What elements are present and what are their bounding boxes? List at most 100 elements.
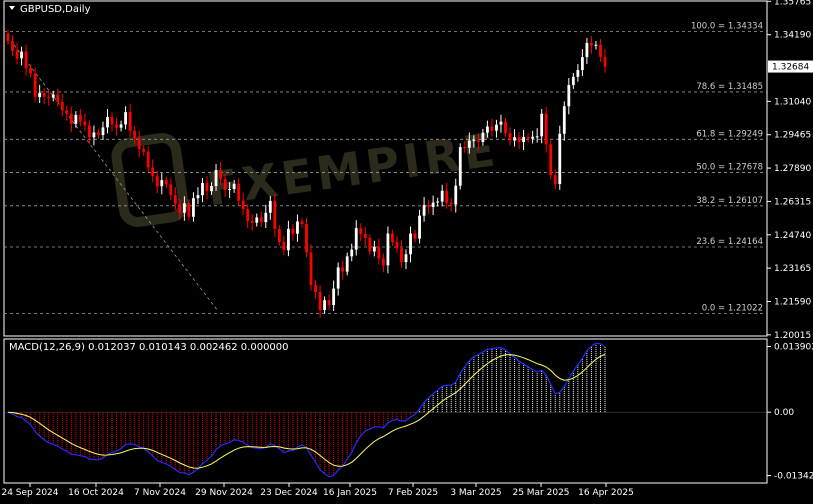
candle-body[interactable] xyxy=(146,151,150,168)
candle-body[interactable] xyxy=(205,182,209,192)
candle-body[interactable] xyxy=(481,132,485,143)
candle-body[interactable] xyxy=(88,125,91,138)
candle-body[interactable] xyxy=(78,114,82,122)
signal-line[interactable] xyxy=(7,353,606,469)
candle-body[interactable] xyxy=(508,133,512,141)
macd-line[interactable] xyxy=(7,342,606,478)
candle-body[interactable] xyxy=(454,185,458,205)
candle-body[interactable] xyxy=(549,144,553,176)
candle-body[interactable] xyxy=(250,221,254,223)
candle-body[interactable] xyxy=(377,246,381,259)
candle-body[interactable] xyxy=(354,228,358,250)
candle-body[interactable] xyxy=(160,180,164,187)
candle-body[interactable] xyxy=(427,205,431,208)
candle-body[interactable] xyxy=(228,189,232,191)
candle-body[interactable] xyxy=(38,92,42,98)
candle-body[interactable] xyxy=(594,44,598,46)
candle-body[interactable] xyxy=(558,133,562,184)
candle-body[interactable] xyxy=(232,183,236,190)
candle-body[interactable] xyxy=(237,183,241,201)
candle-body[interactable] xyxy=(151,167,155,176)
candle-body[interactable] xyxy=(223,178,227,190)
candle-body[interactable] xyxy=(590,42,593,46)
candle-body[interactable] xyxy=(33,73,37,98)
candle-body[interactable] xyxy=(395,241,399,249)
candle-body[interactable] xyxy=(287,228,290,251)
candle-body[interactable] xyxy=(309,252,313,285)
candle-body[interactable] xyxy=(29,68,33,74)
candle-body[interactable] xyxy=(192,198,195,217)
chart-window[interactable]: FXEMPIRE 1.35765 1.34190 1.31040 1.29465 1.27… xyxy=(0,0,813,500)
candle-body[interactable] xyxy=(273,200,277,230)
candle-body[interactable] xyxy=(300,221,304,224)
candle-body[interactable] xyxy=(567,85,571,107)
candle-body[interactable] xyxy=(599,44,602,57)
candle-body[interactable] xyxy=(436,201,440,203)
candle-body[interactable] xyxy=(522,136,525,143)
candle-body[interactable] xyxy=(400,248,403,263)
candle-body[interactable] xyxy=(24,51,28,69)
candle-body[interactable] xyxy=(540,113,544,137)
candle-body[interactable] xyxy=(341,267,345,272)
candle-body[interactable] xyxy=(476,140,480,143)
candle-body[interactable] xyxy=(517,137,521,143)
candle-body[interactable] xyxy=(562,106,566,134)
candle-body[interactable] xyxy=(318,291,322,310)
candle-body[interactable] xyxy=(173,195,177,204)
candle-body[interactable] xyxy=(418,215,421,239)
candle-body[interactable] xyxy=(544,113,548,145)
candle-body[interactable] xyxy=(472,140,476,142)
candle-body[interactable] xyxy=(363,234,367,238)
candle-body[interactable] xyxy=(490,126,494,131)
candle-body[interactable] xyxy=(422,205,426,216)
candle-body[interactable] xyxy=(119,124,123,128)
candle-body[interactable] xyxy=(449,202,453,205)
candle-body[interactable] xyxy=(345,256,349,272)
candle-body[interactable] xyxy=(264,212,268,223)
candle-body[interactable] xyxy=(60,102,64,111)
price-chart[interactable]: FXEMPIRE 1.35765 1.34190 1.31040 1.29465 1.27… xyxy=(0,0,813,500)
candle-body[interactable] xyxy=(445,190,449,203)
candle-body[interactable] xyxy=(391,233,394,242)
candle-body[interactable] xyxy=(128,112,132,131)
candle-body[interactable] xyxy=(467,140,471,148)
candle-body[interactable] xyxy=(42,92,46,97)
candle-body[interactable] xyxy=(210,186,213,192)
candle-body[interactable] xyxy=(431,202,435,208)
candle-body[interactable] xyxy=(585,42,589,58)
candle-body[interactable] xyxy=(531,136,535,139)
candle-body[interactable] xyxy=(332,288,336,306)
candle-body[interactable] xyxy=(241,200,245,210)
candle-body[interactable] xyxy=(504,121,507,134)
candle-body[interactable] xyxy=(169,184,173,196)
candle-body[interactable] xyxy=(101,127,105,136)
candle-body[interactable] xyxy=(74,114,78,124)
candle-body[interactable] xyxy=(495,124,498,131)
candle-body[interactable] xyxy=(603,56,607,67)
candle-body[interactable] xyxy=(327,300,331,306)
candle-body[interactable] xyxy=(6,33,10,42)
dropdown-triangle-icon[interactable] xyxy=(9,6,15,10)
candle-body[interactable] xyxy=(142,149,146,152)
candle-body[interactable] xyxy=(137,137,141,150)
candle-body[interactable] xyxy=(372,246,376,252)
candle-body[interactable] xyxy=(296,221,299,234)
candle-body[interactable] xyxy=(386,233,390,266)
candle-body[interactable] xyxy=(164,180,168,185)
candle-body[interactable] xyxy=(259,217,263,223)
candle-body[interactable] xyxy=(291,228,295,234)
candle-body[interactable] xyxy=(463,147,467,149)
candle-body[interactable] xyxy=(314,284,317,292)
candle-body[interactable] xyxy=(182,203,186,213)
candle-body[interactable] xyxy=(106,117,109,128)
candle-body[interactable] xyxy=(580,57,584,71)
candle-body[interactable] xyxy=(323,300,326,310)
candle-body[interactable] xyxy=(350,249,354,257)
candle-body[interactable] xyxy=(65,110,69,114)
candle-body[interactable] xyxy=(51,94,55,98)
candle-body[interactable] xyxy=(576,70,580,77)
candle-body[interactable] xyxy=(15,50,19,59)
candle-body[interactable] xyxy=(155,175,159,187)
candle-body[interactable] xyxy=(305,223,308,253)
candle-body[interactable] xyxy=(201,182,204,196)
